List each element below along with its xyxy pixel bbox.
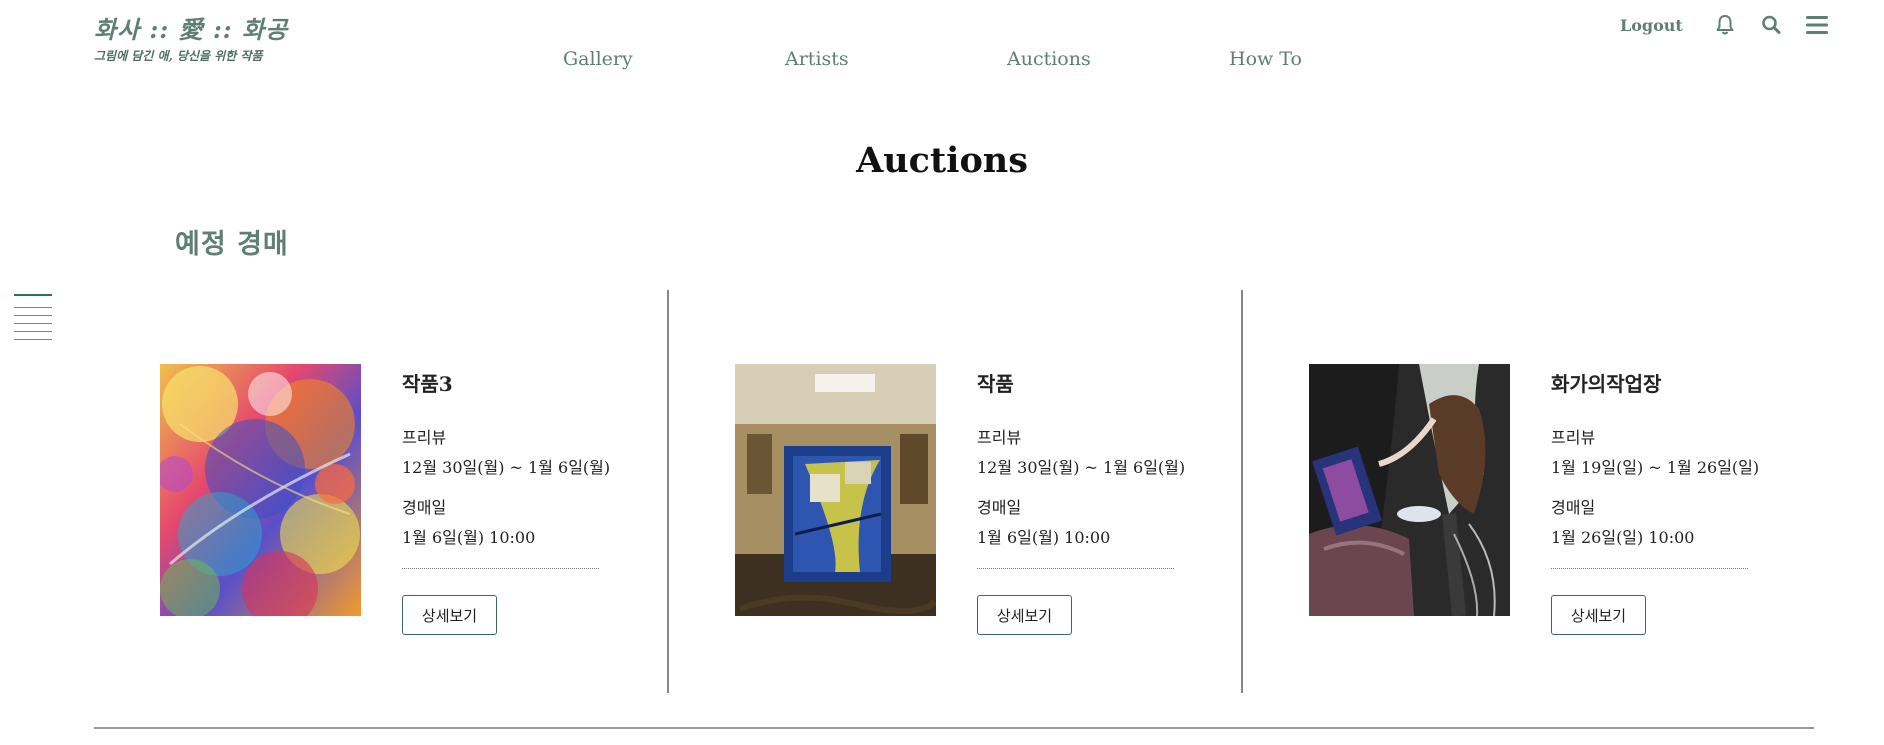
bell-icon[interactable]: [1715, 14, 1735, 40]
detail-button[interactable]: 상세보기: [402, 595, 497, 635]
auction-card: 작품3 프리뷰 12월 30일(월) ~ 1월 6일(월) 경매일 1월 6일(…: [94, 290, 668, 693]
logout-link[interactable]: Logout: [1620, 16, 1683, 35]
nav-how-to[interactable]: How To: [1229, 48, 1302, 70]
detail-button[interactable]: 상세보기: [1551, 595, 1646, 635]
artwork-image[interactable]: [735, 364, 936, 616]
nav-artists[interactable]: Artists: [785, 48, 849, 70]
bottom-divider: [94, 727, 1814, 729]
auction-title: 작품3: [402, 372, 453, 396]
auction-card: 작품 프리뷰 12월 30일(월) ~ 1월 6일(월) 경매일 1월 6일(월…: [669, 290, 1243, 693]
side-scroll-indicator[interactable]: [14, 294, 52, 347]
auction-date-label: 경매일: [1551, 498, 1596, 517]
auction-card: 화가의작업장 프리뷰 1월 19일(일) ~ 1월 26일(일) 경매일 1월 …: [1243, 290, 1817, 693]
search-icon[interactable]: [1761, 14, 1781, 40]
page-title: Auctions: [856, 140, 1028, 181]
side-indicator-line[interactable]: [14, 339, 52, 340]
auction-info: 화가의작업장 프리뷰 1월 19일(일) ~ 1월 26일(일) 경매일 1월 …: [1551, 364, 1760, 635]
side-indicator-line[interactable]: [14, 331, 52, 332]
artwork-image[interactable]: [1309, 364, 1510, 616]
preview-dates: 12월 30일(월) ~ 1월 6일(월): [402, 458, 611, 477]
dotted-divider: [402, 568, 599, 569]
auction-info: 작품3 프리뷰 12월 30일(월) ~ 1월 6일(월) 경매일 1월 6일(…: [402, 364, 611, 635]
nav-auctions[interactable]: Auctions: [1007, 48, 1091, 70]
auction-date: 1월 6일(월) 10:00: [977, 528, 1111, 547]
auction-date: 1월 6일(월) 10:00: [402, 528, 536, 547]
painting-in-abandoned-room: [735, 364, 936, 616]
main-nav: Gallery Artists Auctions How To: [0, 48, 1884, 74]
side-indicator-line[interactable]: [14, 307, 52, 308]
auction-date-label: 경매일: [402, 498, 447, 517]
dotted-divider: [977, 568, 1174, 569]
preview-label: 프리뷰: [977, 428, 1022, 447]
colorful-abstract-painting: [160, 364, 361, 616]
preview-dates: 12월 30일(월) ~ 1월 6일(월): [977, 458, 1186, 477]
side-indicator-line[interactable]: [14, 315, 52, 316]
artwork-image[interactable]: [160, 364, 361, 616]
auction-list: 작품3 프리뷰 12월 30일(월) ~ 1월 6일(월) 경매일 1월 6일(…: [94, 290, 1814, 693]
auction-title: 작품: [977, 372, 1014, 396]
auction-title: 화가의작업장: [1551, 372, 1662, 396]
side-indicator-line[interactable]: [14, 323, 52, 324]
preview-label: 프리뷰: [1551, 428, 1596, 447]
side-indicator-active[interactable]: [14, 294, 52, 296]
nav-gallery[interactable]: Gallery: [563, 48, 633, 70]
site-title: 화사 :: 愛 :: 화공: [94, 15, 289, 44]
auction-date: 1월 26일(일) 10:00: [1551, 528, 1695, 547]
preview-dates: 1월 19일(일) ~ 1월 26일(일): [1551, 458, 1760, 477]
dotted-divider: [1551, 568, 1748, 569]
preview-label: 프리뷰: [402, 428, 447, 447]
header-actions: Logout: [1600, 12, 1830, 40]
menu-icon[interactable]: [1806, 14, 1828, 40]
auction-date-label: 경매일: [977, 498, 1022, 517]
painter-at-work-photo: [1309, 364, 1510, 616]
section-title: 예정 경매: [175, 229, 289, 260]
auction-info: 작품 프리뷰 12월 30일(월) ~ 1월 6일(월) 경매일 1월 6일(월…: [977, 364, 1186, 635]
detail-button[interactable]: 상세보기: [977, 595, 1072, 635]
